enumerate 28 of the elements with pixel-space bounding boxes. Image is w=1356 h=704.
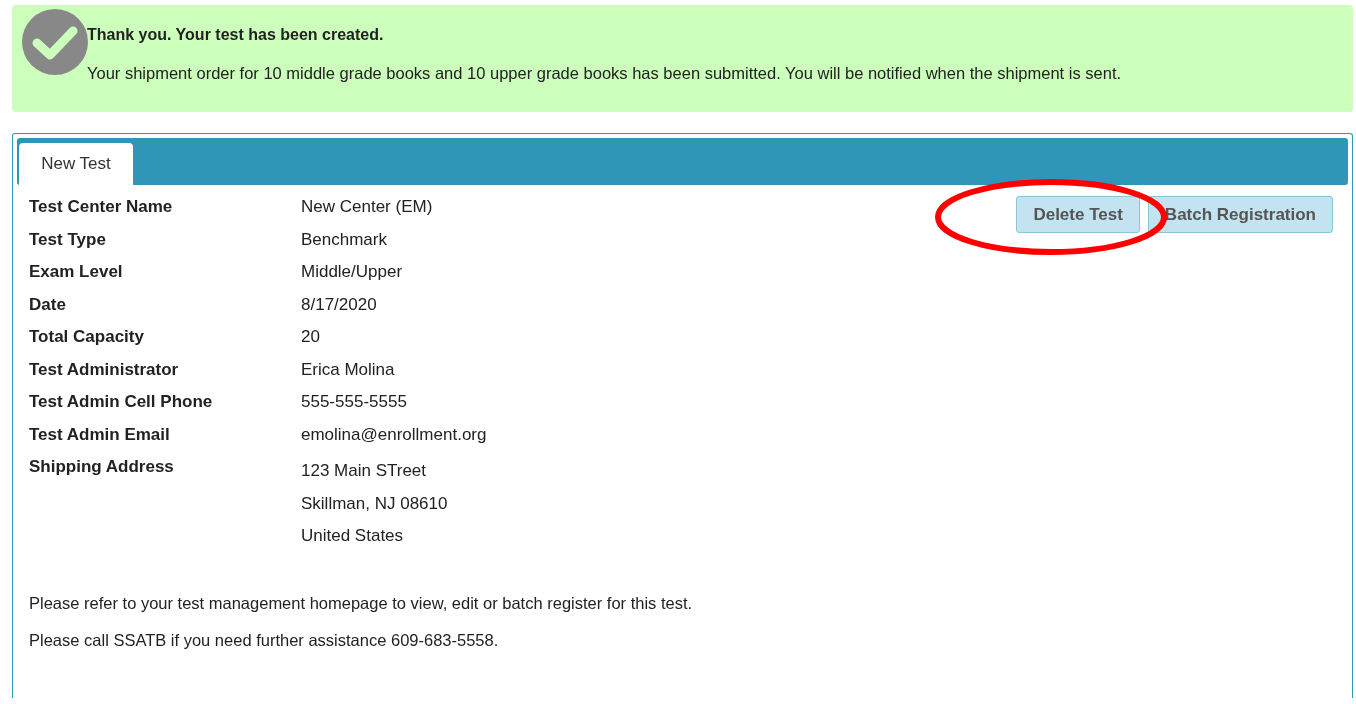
field-value: 555-555-5555 bbox=[301, 391, 407, 413]
checkmark-icon bbox=[22, 9, 88, 75]
alert-title: Thank you. Your test has been created. bbox=[87, 25, 385, 45]
field-value: 8/17/2020 bbox=[301, 293, 377, 316]
field-value: 20 bbox=[301, 326, 320, 348]
field-value: Benchmark bbox=[301, 228, 387, 251]
field-label: Test Type bbox=[28, 228, 107, 251]
field-value: Middle/Upper bbox=[301, 261, 403, 283]
field-label: Date bbox=[28, 293, 67, 316]
alert-message: Your shipment order for 10 middle grade books and 10 upper grade books has been submitted. You will be notified when the shipment is sent. bbox=[87, 63, 1123, 84]
field-label: Total Capacity bbox=[28, 326, 145, 348]
field-label: Shipping Address bbox=[28, 456, 175, 478]
info-text: Please call SSATB if you need further assistance 609-683-5558. bbox=[28, 630, 500, 652]
field-label: Test Administrator bbox=[28, 358, 180, 381]
field-label: Test Admin Cell Phone bbox=[28, 391, 214, 413]
field-label: Test Admin Email bbox=[28, 423, 171, 446]
field-value: Erica Molina bbox=[301, 358, 395, 381]
field-value: emolina@enrollment.org bbox=[301, 423, 487, 446]
field-label: Test Center Name bbox=[28, 196, 174, 218]
field-value: Skillman, NJ 08610 bbox=[301, 492, 448, 515]
field-value: 123 Main STreet bbox=[301, 460, 428, 482]
field-value: New Center (EM) bbox=[301, 196, 433, 218]
tab[interactable]: New Test bbox=[19, 143, 133, 185]
field-value: United States bbox=[301, 525, 405, 547]
info-text: Please refer to your test management homepage to view, edit or batch register for this test. bbox=[28, 592, 694, 614]
field-label: Exam Level bbox=[28, 261, 124, 283]
batch-registration-button[interactable]: Batch Registration bbox=[1147, 196, 1333, 233]
delete-button[interactable]: Delete Test bbox=[1016, 196, 1140, 233]
